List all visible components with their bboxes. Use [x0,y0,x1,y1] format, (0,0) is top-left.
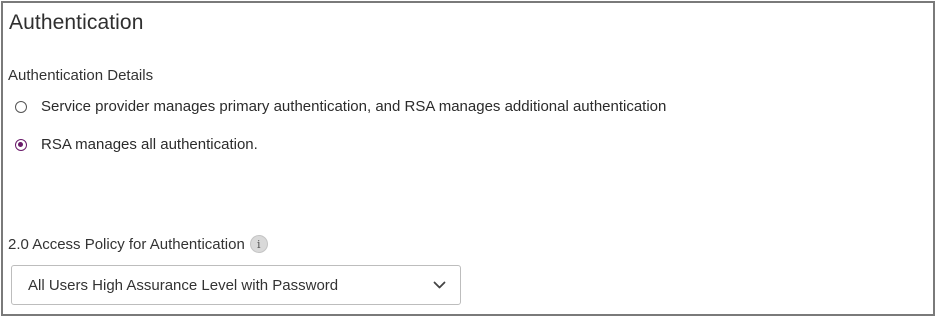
radio-option-rsa-all[interactable]: RSA manages all authentication. [15,136,258,153]
authentication-panel: Authentication Authentication Details Se… [1,1,935,316]
radio-label-service-provider: Service provider manages primary authent… [41,98,667,115]
chevron-down-icon [432,278,446,292]
access-policy-select[interactable]: All Users High Assurance Level with Pass… [11,265,461,305]
radio-button-unchecked[interactable] [15,100,27,113]
access-policy-label: 2.0 Access Policy for Authentication [8,235,245,253]
panel-title: Authentication [9,11,144,34]
authentication-details-label: Authentication Details [8,67,154,84]
access-policy-selected-value: All Users High Assurance Level with Pass… [28,276,339,294]
radio-button-checked[interactable] [15,138,27,151]
radio-label-rsa-all: RSA manages all authentication. [41,136,258,153]
access-policy-label-row: 2.0 Access Policy for Authentication i [8,235,268,253]
radio-option-service-provider[interactable]: Service provider manages primary authent… [15,98,666,115]
info-icon[interactable]: i [249,235,268,253]
